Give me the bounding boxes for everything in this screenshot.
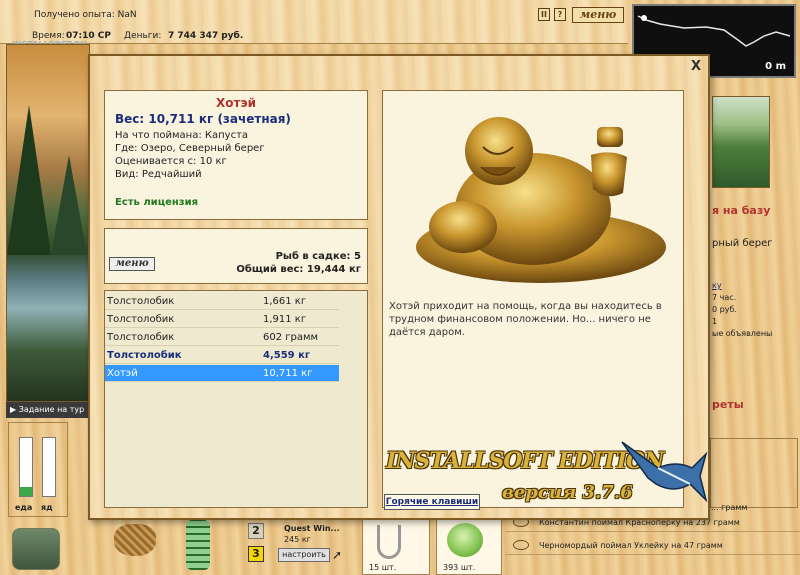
fish-info-box: Хотэй Вес: 10,711 кг (зачетная) На что п… bbox=[104, 90, 368, 220]
to-base-link[interactable]: я на базу bbox=[712, 204, 800, 217]
location-info-line: ку bbox=[712, 281, 722, 290]
money-value: 7 744 347 руб. bbox=[168, 31, 244, 41]
depth-value: 0 m bbox=[765, 61, 786, 72]
bait-count: 393 шт. bbox=[443, 563, 476, 572]
configure-button[interactable]: настроить bbox=[278, 548, 330, 562]
keepnet-summary: меню Рыб в садке: 5 Общий вес: 19,444 кг bbox=[104, 228, 368, 284]
list-item[interactable]: Толстолобик 602 грамм bbox=[105, 329, 339, 346]
close-button[interactable]: X bbox=[688, 60, 704, 74]
list-item[interactable]: Толстолобик 4,559 кг bbox=[105, 347, 339, 364]
location-info: ку 7 час. 0 руб. 1 ые объявлены bbox=[712, 280, 800, 340]
experience-text: Получено опыта: NaN bbox=[34, 10, 137, 20]
keepnet-menu-button[interactable]: меню bbox=[109, 257, 155, 271]
rod-slot-2-button[interactable]: 2 bbox=[248, 523, 264, 539]
keepnet-slot[interactable] bbox=[178, 518, 222, 575]
hook-slot[interactable]: 15 шт. bbox=[362, 518, 430, 575]
time-value: 07:10 СР bbox=[66, 31, 111, 41]
list-item-selected[interactable]: Хотэй 10,711 кг bbox=[105, 365, 339, 382]
fish-details-dialog: X Хотэй Вес: 10,711 кг (зачетная) На что… bbox=[88, 54, 710, 520]
version-text: версия 3.7.6 bbox=[502, 482, 633, 503]
valuation-info: Оценивается с: 10 кг bbox=[115, 156, 227, 167]
cabbage-icon bbox=[447, 523, 483, 557]
news-text: Черномордый поймал Уклейку на 47 грамм bbox=[539, 541, 723, 550]
fish-description: Хотэй приходит на помощь, когда вы наход… bbox=[389, 301, 662, 338]
main-menu-button[interactable]: меню bbox=[572, 7, 624, 23]
money-label: Деньги: bbox=[124, 31, 162, 41]
list-item[interactable]: Толстолобик 1,661 кг bbox=[105, 293, 339, 310]
bait-slot[interactable]: 393 шт. bbox=[436, 518, 502, 575]
fish-weight: Вес: 10,711 кг (зачетная) bbox=[115, 112, 291, 126]
tree-shape bbox=[51, 155, 87, 255]
task-bar[interactable]: ▶ Задание на тур bbox=[6, 402, 90, 418]
fish-item-weight: 1,661 кг bbox=[263, 296, 307, 307]
license-status: Есть лицензия bbox=[115, 197, 199, 208]
rod-slot-3-button[interactable]: 3 bbox=[248, 546, 264, 562]
marlin-fish-icon bbox=[621, 441, 708, 503]
backpack-icon[interactable] bbox=[12, 528, 60, 570]
play-icon: ▶ bbox=[10, 405, 19, 414]
fish-item-weight: 4,559 кг bbox=[263, 350, 311, 361]
fish-item-weight: 1,911 кг bbox=[263, 314, 307, 325]
poison-label: яд bbox=[41, 503, 53, 512]
food-meter bbox=[19, 437, 33, 497]
fish-item-weight: 10,711 кг bbox=[263, 368, 313, 379]
bait-info: На что поймана: Капуста bbox=[115, 130, 249, 141]
time-label: Время: bbox=[32, 31, 65, 41]
hook-count: 15 шт. bbox=[369, 563, 397, 572]
cursor-arrow-icon: ➚ bbox=[332, 548, 343, 562]
float-marker-icon bbox=[641, 15, 647, 21]
fish-item-name: Толстолобик bbox=[107, 314, 175, 325]
task-label: Задание на тур bbox=[18, 405, 85, 414]
fish-name: Хотэй bbox=[216, 96, 256, 110]
location-info-line: 1 bbox=[712, 317, 718, 326]
top-status-bar: Получено опыта: NaN INSTALLSOFT.RU Время… bbox=[0, 0, 628, 49]
location-info-line: 0 руб. bbox=[712, 305, 737, 314]
food-label: еда bbox=[15, 503, 33, 512]
list-item[interactable]: Толстолобик 1,911 кг bbox=[105, 311, 339, 328]
quest-title: Quest Win... bbox=[284, 524, 340, 533]
right-location-photo bbox=[712, 96, 770, 188]
keepnet-icon bbox=[186, 520, 210, 570]
keepnet-fish-count: Рыб в садке: 5 bbox=[275, 251, 361, 262]
location-landscape-image bbox=[6, 44, 90, 402]
status-meters: еда яд bbox=[8, 422, 68, 517]
quest-panel: Quest Win... 245 кг настроить ➚ bbox=[268, 520, 358, 575]
basket-icon bbox=[114, 524, 156, 556]
tree-shape bbox=[7, 105, 51, 255]
location-name: рный берег bbox=[712, 238, 773, 249]
rarity-info: Вид: Редчайший bbox=[115, 169, 202, 180]
fish-item-name: Хотэй bbox=[107, 368, 138, 379]
fish-item-weight: 602 грамм bbox=[263, 332, 319, 343]
keepnet-total-weight: Общий вес: 19,444 кг bbox=[236, 264, 361, 275]
hotkeys-button[interactable]: Горячие клавиши bbox=[384, 494, 480, 510]
catch-list: Толстолобик 1,661 кг Толстолобик 1,911 кг … bbox=[104, 290, 368, 508]
basket-slot[interactable] bbox=[108, 518, 164, 575]
hook-icon bbox=[377, 525, 401, 559]
poison-meter bbox=[42, 437, 56, 497]
quest-value: 245 кг bbox=[284, 535, 311, 544]
fish-item-name: Толстолобик bbox=[107, 350, 182, 361]
news-panel: ... грамм bbox=[710, 438, 798, 512]
hotei-statue-image bbox=[416, 117, 666, 283]
help-button[interactable]: ? bbox=[554, 8, 566, 21]
fish-icon bbox=[513, 540, 529, 550]
location-info: Где: Озеро, Северный берег bbox=[115, 143, 265, 154]
fish-item-name: Толстолобик bbox=[107, 332, 175, 343]
news-item: Черномордый поймал Уклейку на 47 грамм bbox=[505, 536, 800, 555]
fish-item-name: Толстолобик bbox=[107, 296, 175, 307]
edition-logo: INSTALLSOFT EDITION bbox=[386, 448, 664, 474]
location-info-line: ые объявлены bbox=[712, 329, 773, 338]
pause-button[interactable]: II bbox=[538, 8, 550, 21]
news-header: реты bbox=[712, 398, 744, 411]
location-info-line: 7 час. bbox=[712, 293, 737, 302]
food-meter-fill bbox=[20, 487, 32, 496]
